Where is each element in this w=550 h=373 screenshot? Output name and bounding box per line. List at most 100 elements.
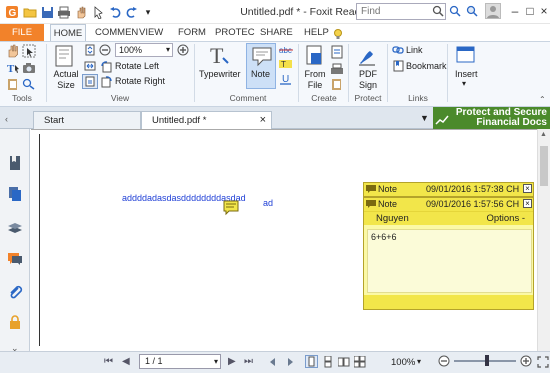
typewriter-button[interactable]: Typewriter <box>199 69 241 79</box>
continuous-facing-view-icon[interactable] <box>353 355 366 368</box>
scroll-up-icon[interactable]: ▲ <box>540 131 547 138</box>
tab-start[interactable]: Start <box>33 111 141 129</box>
pages-panel-icon[interactable] <box>7 186 23 202</box>
note-popup-1[interactable]: Note 09/01/2016 1:57:38 CH × <box>363 182 534 197</box>
undo-icon[interactable] <box>107 4 123 20</box>
zoom-level[interactable]: 100% <box>391 357 415 368</box>
bookmark-button[interactable]: Bookmark <box>406 61 447 71</box>
group-label-links: Links <box>408 93 428 103</box>
note-options-button[interactable]: Options - <box>486 212 525 226</box>
search-options-icon[interactable] <box>449 5 461 17</box>
close-note-button[interactable]: × <box>523 199 532 208</box>
fit-width-icon[interactable] <box>84 60 96 72</box>
tab-form[interactable]: FORM <box>172 24 212 41</box>
zoom-out-status-icon[interactable] <box>438 355 450 367</box>
tab-list-dropdown-icon[interactable]: ▼ <box>420 113 429 123</box>
vertical-scrollbar[interactable]: ▲ <box>537 129 550 351</box>
strikeout-icon[interactable]: abc <box>279 44 293 56</box>
rotate-left-icon[interactable] <box>100 60 113 73</box>
rotate-right-button[interactable]: Rotate Right <box>115 76 165 86</box>
customize-toolbar-icon[interactable]: ▾ <box>140 4 156 20</box>
zoom-select[interactable]: 100% ▾ <box>115 43 173 57</box>
zoom-slider-thumb[interactable] <box>485 355 489 366</box>
tab-home[interactable]: HOME <box>50 24 86 42</box>
scrollbar-thumb[interactable] <box>540 146 548 186</box>
search-icon[interactable] <box>432 5 444 17</box>
layers-panel-icon[interactable] <box>7 220 23 236</box>
next-page-button[interactable]: ▶ <box>228 356 236 367</box>
actual-size-icon[interactable] <box>53 45 77 67</box>
insert-button[interactable]: Insert <box>455 69 478 79</box>
facing-view-icon[interactable] <box>337 356 350 368</box>
next-view-icon[interactable] <box>283 356 295 368</box>
rotate-right-icon[interactable] <box>100 75 113 88</box>
blank-page-icon[interactable] <box>330 45 344 59</box>
clipboard-create-icon[interactable] <box>330 78 344 90</box>
attachments-panel-icon[interactable] <box>7 284 23 300</box>
link-button[interactable]: Link <box>406 45 423 55</box>
zoom-out-icon[interactable] <box>99 44 111 56</box>
fullscreen-icon[interactable] <box>537 356 549 368</box>
open-folder-icon[interactable] <box>22 4 38 20</box>
zoom-in-icon[interactable] <box>177 44 189 56</box>
collapse-ribbon-icon[interactable]: ⌃ <box>539 95 546 104</box>
pdf-sign-icon[interactable] <box>356 45 378 67</box>
redo-icon[interactable] <box>123 4 139 20</box>
tab-view[interactable]: VIEW <box>133 24 169 41</box>
advanced-search-icon[interactable] <box>466 5 478 17</box>
select-annotation-icon[interactable] <box>22 44 36 58</box>
lightbulb-icon[interactable] <box>332 28 348 40</box>
tab-help[interactable]: HELP <box>298 24 335 41</box>
highlight-icon[interactable]: T <box>279 58 293 70</box>
chevron-left-icon[interactable]: ‹ <box>5 114 8 124</box>
first-page-button[interactable]: ⏮ <box>104 356 113 367</box>
tab-protect[interactable]: PROTEC <box>209 24 261 41</box>
zoom-tool-icon[interactable] <box>22 78 36 90</box>
note-popup-2[interactable]: Note 09/01/2016 1:57:56 CH × Nguyen Opti… <box>363 197 534 310</box>
close-tab-icon[interactable]: × <box>260 112 266 129</box>
pdf-sign-button[interactable]: PDF Sign <box>353 69 383 91</box>
from-file-icon[interactable] <box>305 45 325 67</box>
group-divider <box>298 44 299 102</box>
from-file-button[interactable]: From File <box>302 69 328 91</box>
page-number-field[interactable]: 1 / 1 ▾ <box>139 354 221 369</box>
insert-icon[interactable] <box>456 45 476 65</box>
typewriter-icon[interactable]: T <box>207 43 231 68</box>
previous-view-icon[interactable] <box>268 356 280 368</box>
previous-page-button[interactable]: ◀ <box>122 356 130 367</box>
snapshot-icon[interactable] <box>22 61 36 75</box>
print-icon[interactable] <box>56 4 72 20</box>
hand-icon[interactable] <box>6 44 20 58</box>
clipboard-icon[interactable] <box>6 78 20 90</box>
note-body-textarea[interactable]: 6+6+6 <box>367 229 532 293</box>
underline-icon[interactable]: U <box>279 72 293 86</box>
document-text-2[interactable]: ad <box>263 198 273 208</box>
continuous-view-icon[interactable] <box>322 355 334 368</box>
security-panel-icon[interactable] <box>7 314 23 330</box>
actual-size-button[interactable]: Actual Size <box>50 69 82 91</box>
zoom-in-status-icon[interactable] <box>520 355 532 367</box>
single-page-view-icon[interactable] <box>305 355 318 368</box>
user-avatar[interactable] <box>485 3 501 19</box>
close-note-button[interactable]: × <box>523 184 532 193</box>
promo-banner[interactable]: Protect and Secure Financial Docs <box>433 107 550 129</box>
bookmarks-panel-icon[interactable] <box>7 155 23 171</box>
select-text-tool-icon[interactable]: T <box>6 61 20 75</box>
tab-file[interactable]: FILE <box>0 24 44 41</box>
fit-page-icon[interactable] <box>84 44 96 56</box>
select-text-icon[interactable] <box>90 4 106 20</box>
note-annotation-icon[interactable] <box>223 200 239 216</box>
hand-tool-icon[interactable] <box>73 4 89 20</box>
close-button[interactable]: × <box>534 2 550 20</box>
tab-untitled-pdf[interactable]: Untitled.pdf * × <box>141 111 272 129</box>
fit-visible-icon[interactable] <box>82 74 98 89</box>
comments-panel-icon[interactable] <box>7 251 23 267</box>
save-icon[interactable] <box>39 4 55 20</box>
note-button[interactable]: Note <box>246 43 276 89</box>
rotate-left-button[interactable]: Rotate Left <box>115 61 159 71</box>
zoom-dropdown-icon[interactable]: ▾ <box>417 357 421 366</box>
last-page-button[interactable]: ⏭ <box>244 356 253 367</box>
tab-share[interactable]: SHARE <box>254 24 299 41</box>
from-scanner-icon[interactable] <box>330 62 344 76</box>
chevron-down-icon[interactable]: ▾ <box>462 79 466 88</box>
